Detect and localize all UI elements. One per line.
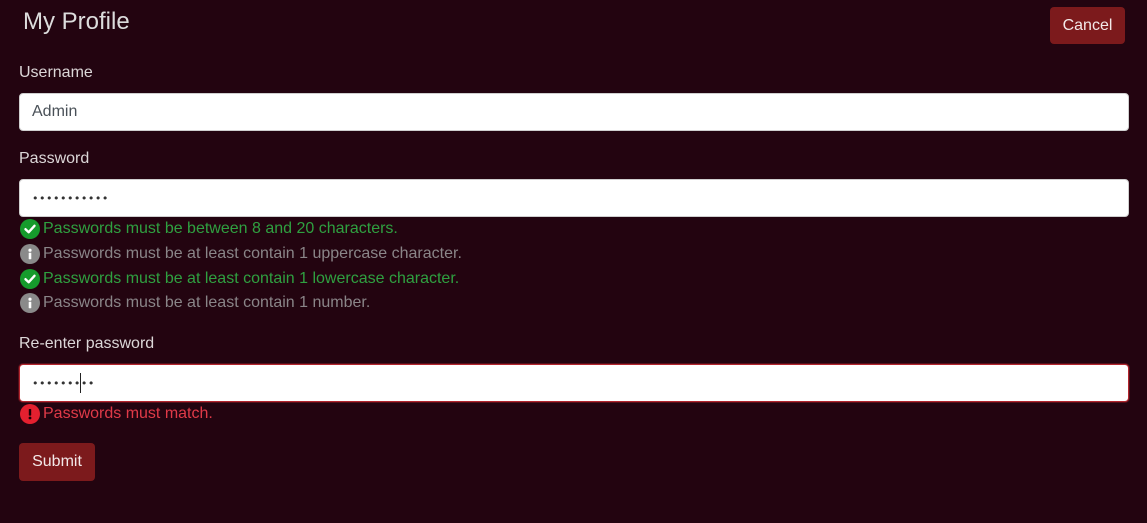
password-label: Password	[19, 150, 90, 167]
info-circle-icon	[20, 244, 40, 264]
check-circle-icon	[20, 219, 40, 239]
reenter-password-input[interactable]	[19, 364, 1129, 402]
exclamation-circle-icon	[20, 404, 40, 424]
submit-button[interactable]: Submit	[19, 443, 95, 481]
check-circle-icon	[20, 269, 40, 289]
username-label: Username	[19, 64, 93, 81]
password-rule-number: Passwords must be at least contain 1 num…	[20, 292, 370, 314]
password-match-error: Passwords must match.	[20, 403, 213, 425]
cancel-button[interactable]: Cancel	[1050, 7, 1125, 44]
password-match-error-text: Passwords must match.	[43, 405, 213, 422]
username-input[interactable]	[19, 93, 1129, 131]
password-rule-text: Passwords must be at least contain 1 low…	[43, 270, 460, 287]
page-title: My Profile	[23, 8, 130, 35]
password-input[interactable]	[19, 179, 1129, 217]
password-rule-text: Passwords must be at least contain 1 num…	[43, 294, 371, 311]
text-caret	[80, 373, 81, 393]
password-rule-uppercase: Passwords must be at least contain 1 upp…	[20, 243, 462, 265]
reenter-password-label: Re-enter password	[19, 335, 155, 352]
info-circle-icon	[20, 293, 40, 313]
password-rule-text: Passwords must be between 8 and 20 chara…	[43, 220, 398, 237]
password-rule-length: Passwords must be between 8 and 20 chara…	[20, 218, 398, 240]
password-rule-lowercase: Passwords must be at least contain 1 low…	[20, 268, 459, 290]
password-rule-text: Passwords must be at least contain 1 upp…	[43, 245, 462, 262]
